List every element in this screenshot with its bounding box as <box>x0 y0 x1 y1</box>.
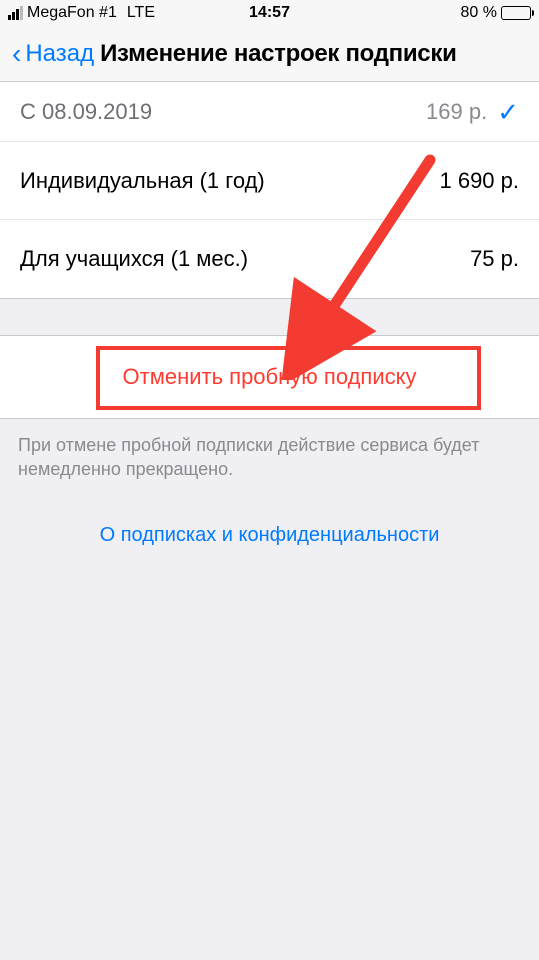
privacy-link-row: О подписках и конфиденциальности <box>0 506 539 565</box>
back-label: Назад <box>25 40 94 68</box>
current-plan-row[interactable]: С 08.09.2019 169 р. ✓ <box>0 82 539 142</box>
status-bar: MegaFon #1 LTE 14:57 80 % <box>0 0 539 26</box>
plan-option-price: 75 р. <box>470 246 519 272</box>
plan-option-row[interactable]: Для учащихся (1 мес.) 75 р. <box>0 220 539 298</box>
chevron-left-icon: ‹ <box>12 40 21 68</box>
checkmark-icon: ✓ <box>497 99 519 125</box>
current-plan-price: 169 р. <box>426 99 487 125</box>
cellular-signal-icon <box>8 6 23 20</box>
back-button[interactable]: ‹ Назад <box>12 40 94 68</box>
cancel-trial-button[interactable]: Отменить пробную подписку <box>16 354 523 400</box>
cancel-section: Отменить пробную подписку <box>0 336 539 419</box>
clock: 14:57 <box>249 4 290 22</box>
page-title: Изменение настроек подписки <box>100 40 456 68</box>
current-plan-since: С 08.09.2019 <box>20 99 152 125</box>
section-gap <box>0 298 539 336</box>
plan-option-price: 1 690 р. <box>439 168 519 194</box>
network-label: LTE <box>127 4 155 22</box>
plan-option-label: Индивидуальная (1 год) <box>20 168 265 194</box>
plan-option-label: Для учащихся (1 мес.) <box>20 246 248 272</box>
battery-icon <box>501 6 531 20</box>
status-left: MegaFon #1 LTE <box>8 4 155 22</box>
privacy-link[interactable]: О подписках и конфиденциальности <box>100 524 440 546</box>
carrier-label: MegaFon #1 <box>27 4 117 22</box>
status-right: 80 % <box>461 4 531 22</box>
nav-bar: ‹ Назад Изменение настроек подписки <box>0 26 539 82</box>
cancel-footnote: При отмене пробной подписки действие сер… <box>0 419 539 506</box>
battery-percent: 80 % <box>461 4 497 22</box>
plan-option-row[interactable]: Индивидуальная (1 год) 1 690 р. <box>0 142 539 220</box>
subscription-list: С 08.09.2019 169 р. ✓ Индивидуальная (1 … <box>0 82 539 298</box>
